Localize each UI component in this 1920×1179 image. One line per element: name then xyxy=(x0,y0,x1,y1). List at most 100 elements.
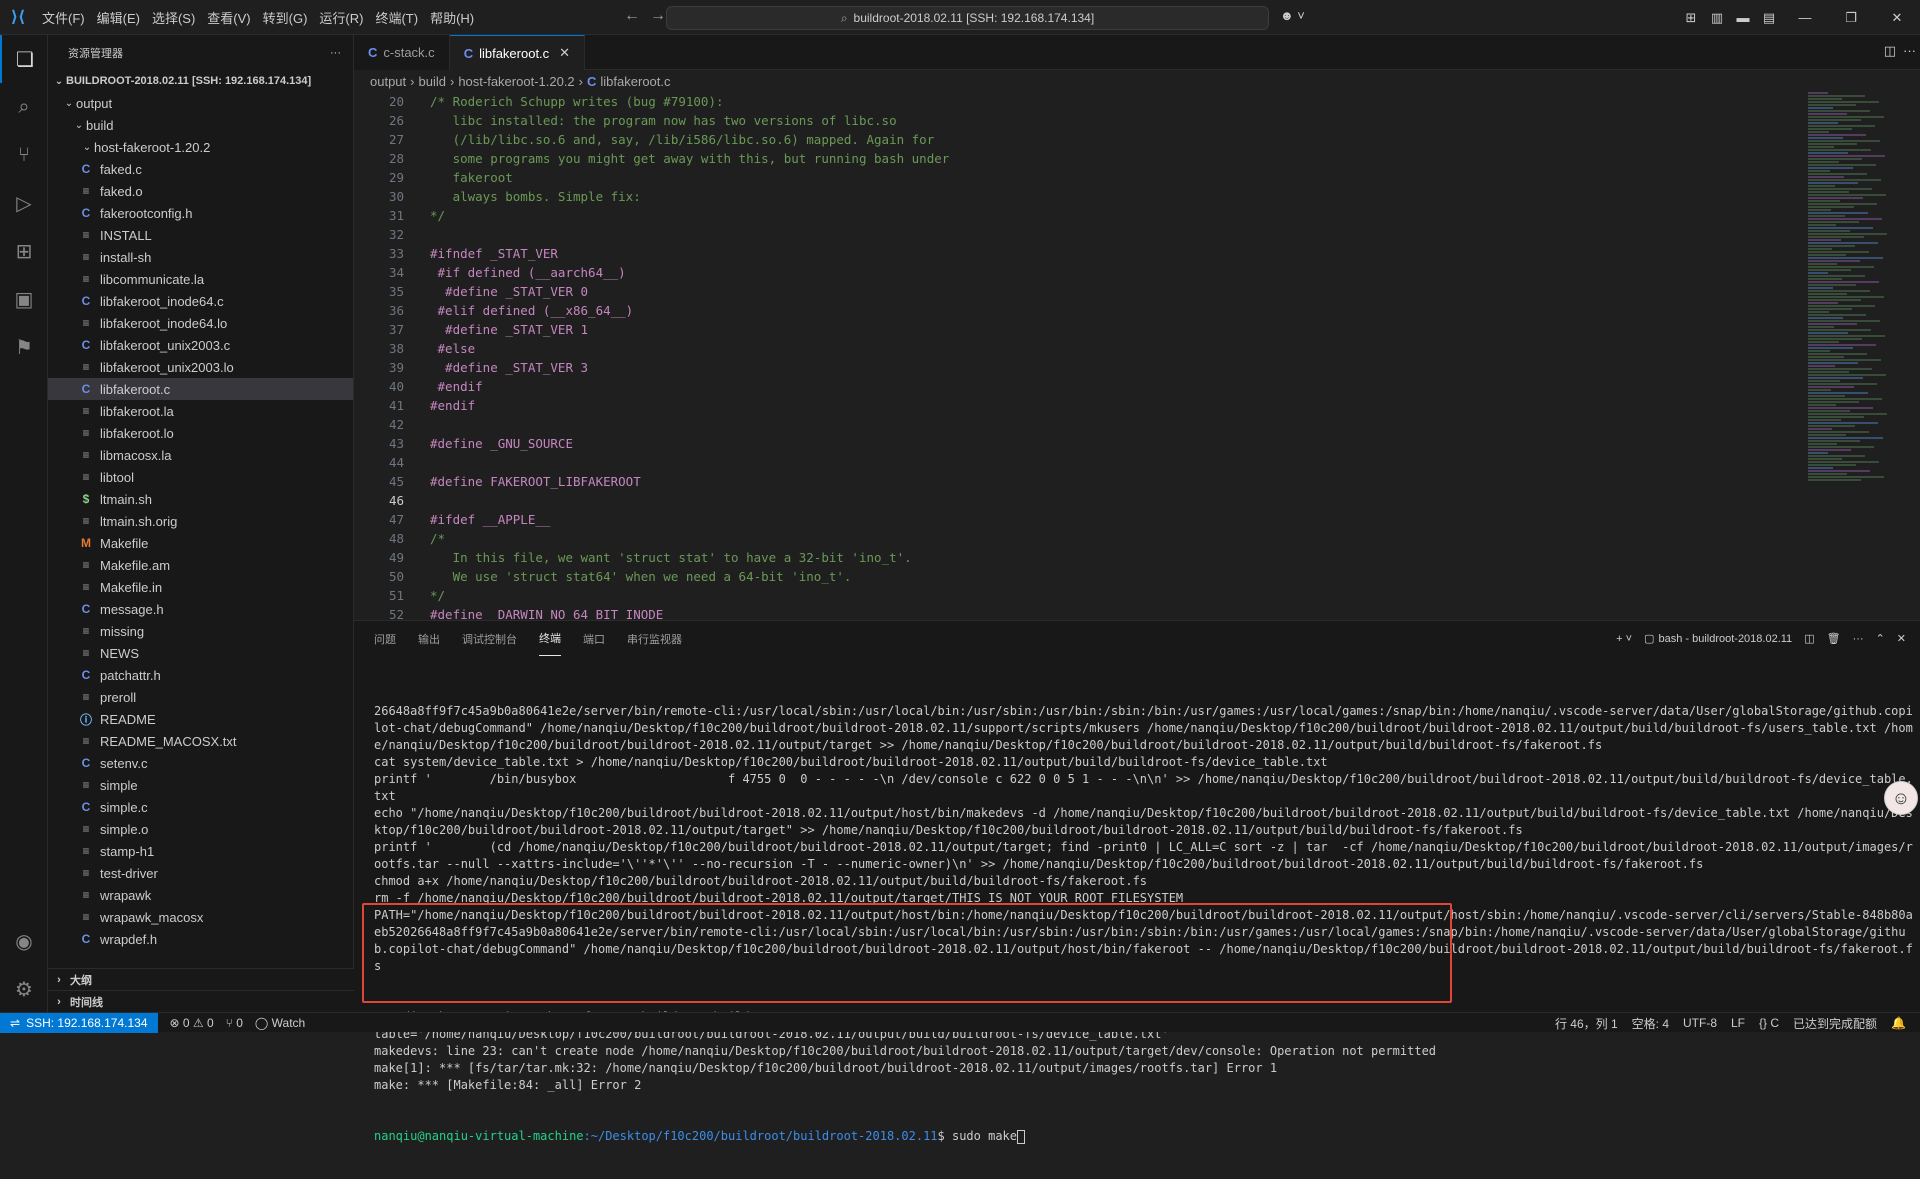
watch-button[interactable]: ◯ Watch xyxy=(255,1016,305,1030)
toggle-sidebar-icon[interactable]: ▥ xyxy=(1704,10,1730,26)
toggle-panel-icon[interactable]: ▬ xyxy=(1730,10,1756,25)
more-actions-icon[interactable]: ··· xyxy=(330,47,341,59)
search-view-icon[interactable]: ⌕ xyxy=(0,83,48,131)
file-item[interactable]: ≡ test-driver xyxy=(48,862,353,884)
back-arrow-icon[interactable]: ← xyxy=(624,7,640,25)
tab-output[interactable]: 输出 xyxy=(418,621,440,656)
encoding[interactable]: UTF-8 xyxy=(1683,1016,1717,1030)
more-actions-icon[interactable]: ··· xyxy=(1853,633,1864,645)
folder-output[interactable]: ⌄ output xyxy=(48,92,353,114)
new-terminal-icon[interactable]: + ˅ xyxy=(1616,633,1632,645)
tab-c-stack[interactable]: C c-stack.c xyxy=(354,35,450,70)
extensions-icon[interactable]: ⊞ xyxy=(0,227,48,275)
timeline-section[interactable]: › 时间线 xyxy=(48,990,354,1012)
ports-count[interactable]: ⑂ 0 xyxy=(226,1016,243,1030)
file-item[interactable]: ≡ simple.o xyxy=(48,818,353,840)
minimap[interactable] xyxy=(1808,92,1898,620)
file-item[interactable]: ≡ install-sh xyxy=(48,246,353,268)
close-panel-icon[interactable]: ✕ xyxy=(1897,632,1906,645)
breadcrumb-item[interactable]: build xyxy=(419,74,446,89)
file-item[interactable]: ≡ libfakeroot_unix2003.lo xyxy=(48,356,353,378)
source-control-icon[interactable]: ⑂ xyxy=(0,131,48,179)
avatar[interactable]: ☺ xyxy=(1884,781,1918,815)
file-item[interactable]: Cwrapdef.h xyxy=(48,928,353,950)
kill-terminal-icon[interactable]: 🗑 xyxy=(1827,632,1841,645)
more-actions-icon[interactable]: ··· xyxy=(1903,43,1916,58)
menu-view[interactable]: 查看(V) xyxy=(201,8,256,27)
remote-indicator[interactable]: ⇌ SSH: 192.168.174.134 xyxy=(0,1012,158,1033)
breadcrumb-item[interactable]: host-fakeroot-1.20.2 xyxy=(458,74,574,89)
file-item[interactable]: ≡ README_MACOSX.txt xyxy=(48,730,353,752)
breadcrumb-item[interactable]: libfakeroot.c xyxy=(600,74,670,89)
bookmark-icon[interactable]: ⚑ xyxy=(0,323,48,371)
tab-libfakeroot[interactable]: C libfakeroot.c ✕ xyxy=(449,35,586,70)
terminal-name[interactable]: bash - buildroot-2018.02.11 xyxy=(1658,633,1792,645)
menu-selection[interactable]: 选择(S) xyxy=(146,8,201,27)
split-terminal-icon[interactable]: ◫ xyxy=(1804,632,1814,645)
tab-terminal[interactable]: 终端 xyxy=(539,621,561,656)
file-item[interactable]: ≡ NEWS xyxy=(48,642,353,664)
file-item[interactable]: ≡ Makefile.am xyxy=(48,554,353,576)
explorer-icon[interactable]: ❏ xyxy=(0,35,48,83)
copilot-icon[interactable]: ☻ ˅ xyxy=(1280,8,1305,23)
notifications-bell-icon[interactable]: 🔔 xyxy=(1891,1016,1906,1030)
command-center-search[interactable]: ⌕ buildroot-2018.02.11 [SSH: 192.168.174… xyxy=(666,6,1269,30)
folder-host-fakeroot[interactable]: ⌄ host-fakeroot-1.20.2 xyxy=(48,136,353,158)
file-item[interactable]: ≡ missing xyxy=(48,620,353,642)
file-item[interactable]: ≡ stamp-h1 xyxy=(48,840,353,862)
manage-gear-icon[interactable]: ⚙ xyxy=(0,965,48,1013)
close-window-icon[interactable]: ✕ xyxy=(1874,10,1920,26)
code-editor[interactable]: 20 /* Roderich Schupp writes (bug #79100)… xyxy=(354,92,1784,620)
minimize-icon[interactable]: — xyxy=(1782,10,1828,25)
customize-layout-icon[interactable]: ⊞ xyxy=(1678,10,1704,26)
file-item[interactable]: M Makefile xyxy=(48,532,353,554)
file-item[interactable]: ≡ Makefile.in xyxy=(48,576,353,598)
file-item[interactable]: Cmessage.h xyxy=(48,598,353,620)
maximize-panel-icon[interactable]: ⌃ xyxy=(1876,632,1885,645)
file-item[interactable]: Cfakerootconfig.h xyxy=(48,202,353,224)
remote-explorer-icon[interactable]: ▣ xyxy=(0,275,48,323)
close-tab-icon[interactable]: ✕ xyxy=(559,45,570,61)
file-item[interactable]: ≡ libfakeroot.la xyxy=(48,400,353,422)
line-ending[interactable]: LF xyxy=(1731,1016,1745,1030)
problems-count[interactable]: ⊗ 0 ⚠ 0 xyxy=(170,1016,214,1030)
file-item[interactable]: Clibfakeroot.c xyxy=(48,378,353,400)
file-item[interactable]: $ ltmain.sh xyxy=(48,488,353,510)
workspace-root[interactable]: ⌄ BUILDROOT-2018.02.11 [SSH: 192.168.174… xyxy=(48,70,353,92)
forward-arrow-icon[interactable]: → xyxy=(650,7,666,25)
file-item[interactable]: Cpatchattr.h xyxy=(48,664,353,686)
account-icon[interactable]: ◉ xyxy=(0,917,48,965)
file-item[interactable]: ≡ libfakeroot.lo xyxy=(48,422,353,444)
menu-help[interactable]: 帮助(H) xyxy=(424,8,480,27)
file-item[interactable]: ≡ simple xyxy=(48,774,353,796)
menu-edit[interactable]: 编辑(E) xyxy=(91,8,146,27)
file-item[interactable]: ≡ wrapawk_macosx xyxy=(48,906,353,928)
tab-ports[interactable]: 端口 xyxy=(583,621,605,656)
file-item[interactable]: ≡ preroll xyxy=(48,686,353,708)
file-item[interactable]: ≡ libmacosx.la xyxy=(48,444,353,466)
menu-go[interactable]: 转到(G) xyxy=(257,8,314,27)
file-item[interactable]: ≡ libcommunicate.la xyxy=(48,268,353,290)
folder-build[interactable]: ⌄ build xyxy=(48,114,353,136)
menu-run[interactable]: 运行(R) xyxy=(313,8,369,27)
menu-terminal[interactable]: 终端(T) xyxy=(369,8,424,27)
indentation[interactable]: 空格: 4 xyxy=(1632,1015,1669,1032)
menu-file[interactable]: 文件(F) xyxy=(36,8,91,27)
file-item[interactable]: Clibfakeroot_inode64.c xyxy=(48,290,353,312)
tab-problems[interactable]: 问题 xyxy=(374,621,396,656)
outline-section[interactable]: › 大纲 xyxy=(48,968,354,990)
file-item[interactable]: ≡ libtool xyxy=(48,466,353,488)
file-item[interactable]: ≡ ltmain.sh.orig xyxy=(48,510,353,532)
file-item[interactable]: ⓘ README xyxy=(48,708,353,730)
breadcrumb-item[interactable]: output xyxy=(370,74,406,89)
cursor-position[interactable]: 行 46，列 1 xyxy=(1555,1015,1618,1032)
file-item[interactable]: ≡ wrapawk xyxy=(48,884,353,906)
language-mode[interactable]: {} C xyxy=(1759,1016,1779,1030)
file-item[interactable]: ≡ faked.o xyxy=(48,180,353,202)
run-debug-icon[interactable]: ▷ xyxy=(0,179,48,227)
file-item[interactable]: Csimple.c xyxy=(48,796,353,818)
copilot-quota-status[interactable]: 已达到完成配额 xyxy=(1793,1015,1877,1032)
file-item[interactable]: ≡ libfakeroot_inode64.lo xyxy=(48,312,353,334)
tab-serial-monitor[interactable]: 串行监视器 xyxy=(627,621,682,656)
tab-debug-console[interactable]: 调试控制台 xyxy=(462,621,517,656)
